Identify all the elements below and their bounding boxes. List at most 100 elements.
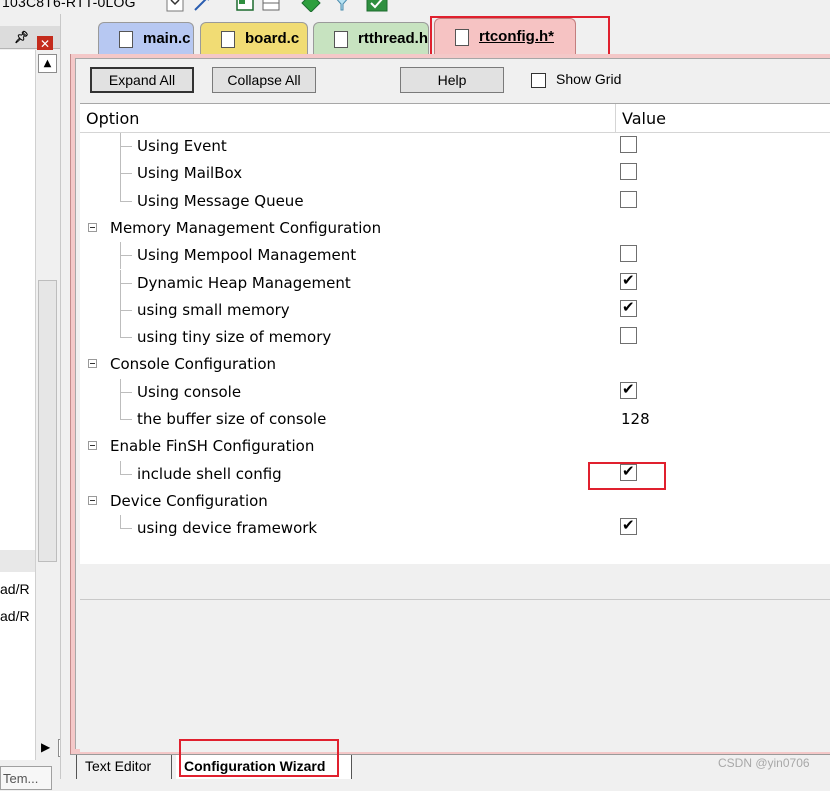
scroll-up-icon[interactable]: ▲ bbox=[38, 54, 57, 73]
tab-text-editor[interactable]: Text Editor bbox=[76, 755, 172, 779]
column-separator[interactable] bbox=[615, 104, 616, 132]
tree-connector-tick bbox=[120, 282, 132, 284]
help-button[interactable]: Help bbox=[400, 67, 504, 93]
config-option-row[interactable]: Using Mempool Management bbox=[80, 242, 830, 270]
funnel-icon[interactable] bbox=[332, 0, 352, 12]
show-grid-checkbox[interactable] bbox=[531, 73, 546, 88]
templates-tab[interactable]: Tem... bbox=[0, 766, 52, 790]
collapse-minus-icon[interactable] bbox=[88, 359, 97, 369]
option-label: Using Message Queue bbox=[137, 191, 304, 210]
tree-connector-tick bbox=[120, 391, 132, 393]
tree-connector-tick bbox=[120, 309, 132, 311]
checkmark-icon: ✔ bbox=[622, 270, 635, 289]
option-label: Memory Management Configuration bbox=[110, 218, 382, 237]
collapse-all-button[interactable]: Collapse All bbox=[212, 67, 316, 93]
file-icon bbox=[221, 31, 235, 48]
configuration-wizard-frame: Expand All Collapse All Help Show Grid O… bbox=[70, 54, 830, 754]
option-checkbox[interactable] bbox=[620, 327, 637, 345]
config-option-row[interactable]: using device framework ✔ bbox=[80, 515, 830, 542]
option-label: Using Event bbox=[137, 137, 227, 155]
option-checkbox[interactable] bbox=[620, 190, 637, 208]
config-option-row[interactable]: the buffer size of console 128 bbox=[80, 406, 830, 433]
project-panel-title-bar: 📌︎ ✕ bbox=[0, 26, 60, 52]
option-checkbox[interactable]: ✔ bbox=[620, 516, 637, 536]
tree-connector-tick bbox=[120, 528, 132, 530]
tree-connector-tick bbox=[120, 337, 132, 339]
tree-connector-line bbox=[120, 324, 121, 339]
tab-configuration-wizard[interactable]: Configuration Wizard bbox=[176, 755, 352, 779]
option-checkbox[interactable] bbox=[620, 245, 637, 263]
project-tree-path-1[interactable]: ad/R bbox=[0, 581, 35, 597]
tab-main-c[interactable]: main.c bbox=[98, 22, 194, 54]
option-label: Enable FinSH Configuration bbox=[110, 437, 315, 456]
option-label: using device framework bbox=[137, 519, 318, 538]
config-option-row[interactable]: Dynamic Heap Management ✔ bbox=[80, 269, 830, 297]
file-icon bbox=[334, 31, 348, 48]
tab-label: main.c bbox=[143, 30, 191, 47]
tab-label: board.c bbox=[245, 30, 300, 47]
option-label: Using MailBox bbox=[137, 164, 243, 183]
options-magic-wand-icon[interactable] bbox=[192, 0, 212, 12]
option-checkbox[interactable] bbox=[620, 136, 637, 153]
tree-connector-line bbox=[120, 460, 121, 475]
tab-rtthread-h[interactable]: rtthread.h bbox=[313, 22, 429, 54]
option-checkbox[interactable]: ✔ bbox=[620, 270, 637, 290]
download-check-icon[interactable] bbox=[366, 0, 388, 12]
option-label: Device Configuration bbox=[110, 491, 268, 510]
tree-connector-tick bbox=[120, 173, 132, 175]
value-column-header: Value bbox=[622, 109, 666, 128]
option-checkbox[interactable]: ✔ bbox=[620, 462, 637, 481]
project-target-label[interactable]: 103C8T6-RTT-0LOG bbox=[2, 0, 136, 10]
config-option-row[interactable]: Using Message Queue bbox=[80, 187, 830, 215]
description-pane bbox=[80, 599, 830, 752]
tab-rtconfig-h[interactable]: rtconfig.h* bbox=[434, 18, 576, 54]
project-tree-path-2[interactable]: ad/R bbox=[0, 608, 35, 624]
collapse-minus-icon[interactable] bbox=[88, 495, 97, 505]
config-option-row[interactable]: using small memory ✔ bbox=[80, 296, 830, 325]
collapse-minus-icon[interactable] bbox=[88, 441, 97, 451]
wizard-bottom-tabs: Text Editor Configuration Wizard bbox=[70, 754, 830, 780]
config-group-row[interactable]: Memory Management Configuration bbox=[80, 215, 830, 242]
collapse-minus-icon[interactable] bbox=[88, 222, 97, 232]
config-option-row[interactable]: Using Event bbox=[80, 133, 830, 161]
option-checkbox[interactable] bbox=[620, 163, 637, 181]
project-tree-scrollbar[interactable]: ▲ ▶ ▼ bbox=[35, 50, 76, 760]
tree-connector-tick bbox=[120, 255, 132, 257]
expand-all-button[interactable]: Expand All bbox=[90, 67, 194, 93]
option-label: using small memory bbox=[137, 300, 290, 319]
layout-window-icon[interactable] bbox=[236, 0, 254, 12]
config-group-row[interactable]: Enable FinSH Configuration bbox=[80, 433, 830, 460]
option-value-field[interactable]: 128 bbox=[621, 410, 650, 428]
show-grid-label: Show Grid bbox=[556, 71, 622, 87]
tree-connector-line bbox=[120, 406, 121, 420]
tree-connector-tick bbox=[120, 146, 132, 147]
config-option-row[interactable]: Using console ✔ bbox=[80, 378, 830, 406]
tree-connector-tick bbox=[120, 473, 132, 475]
option-label: Using console bbox=[137, 382, 242, 401]
config-group-row[interactable]: Device Configuration bbox=[80, 488, 830, 515]
tab-label: rtthread.h bbox=[358, 30, 429, 47]
option-label: Dynamic Heap Management bbox=[137, 273, 351, 292]
tab-board-c[interactable]: board.c bbox=[200, 22, 308, 54]
config-group-row[interactable]: Console Configuration bbox=[80, 351, 830, 378]
checkmark-icon: ✔ bbox=[622, 297, 635, 316]
project-tree-selected-row[interactable] bbox=[0, 550, 35, 572]
scroll-right-icon[interactable]: ▶ bbox=[41, 740, 50, 754]
config-option-row[interactable]: include shell config ✔ bbox=[80, 460, 830, 488]
editor-tab-strip: main.c board.c rtthread.h rtconfig.h* bbox=[70, 14, 830, 54]
green-diamond-icon[interactable] bbox=[300, 0, 322, 12]
option-checkbox[interactable]: ✔ bbox=[620, 379, 637, 399]
checkmark-icon: ✔ bbox=[622, 516, 635, 535]
checkmark-icon: ✔ bbox=[622, 379, 635, 398]
scroll-thumb[interactable] bbox=[38, 280, 57, 562]
config-option-row[interactable]: using tiny size of memory bbox=[80, 324, 830, 351]
option-column-header: Option bbox=[86, 109, 140, 128]
grid-header: Option Value bbox=[80, 104, 830, 133]
pin-icon[interactable]: 📌︎ bbox=[14, 30, 29, 44]
option-label: the buffer size of console bbox=[137, 410, 327, 428]
option-checkbox[interactable]: ✔ bbox=[620, 297, 637, 317]
target-dropdown-icon[interactable] bbox=[166, 0, 184, 12]
split-window-icon[interactable] bbox=[262, 0, 280, 12]
config-option-row[interactable]: Using MailBox bbox=[80, 160, 830, 188]
option-grid: Option Value Using Event Using MailBox Usi… bbox=[80, 103, 830, 564]
